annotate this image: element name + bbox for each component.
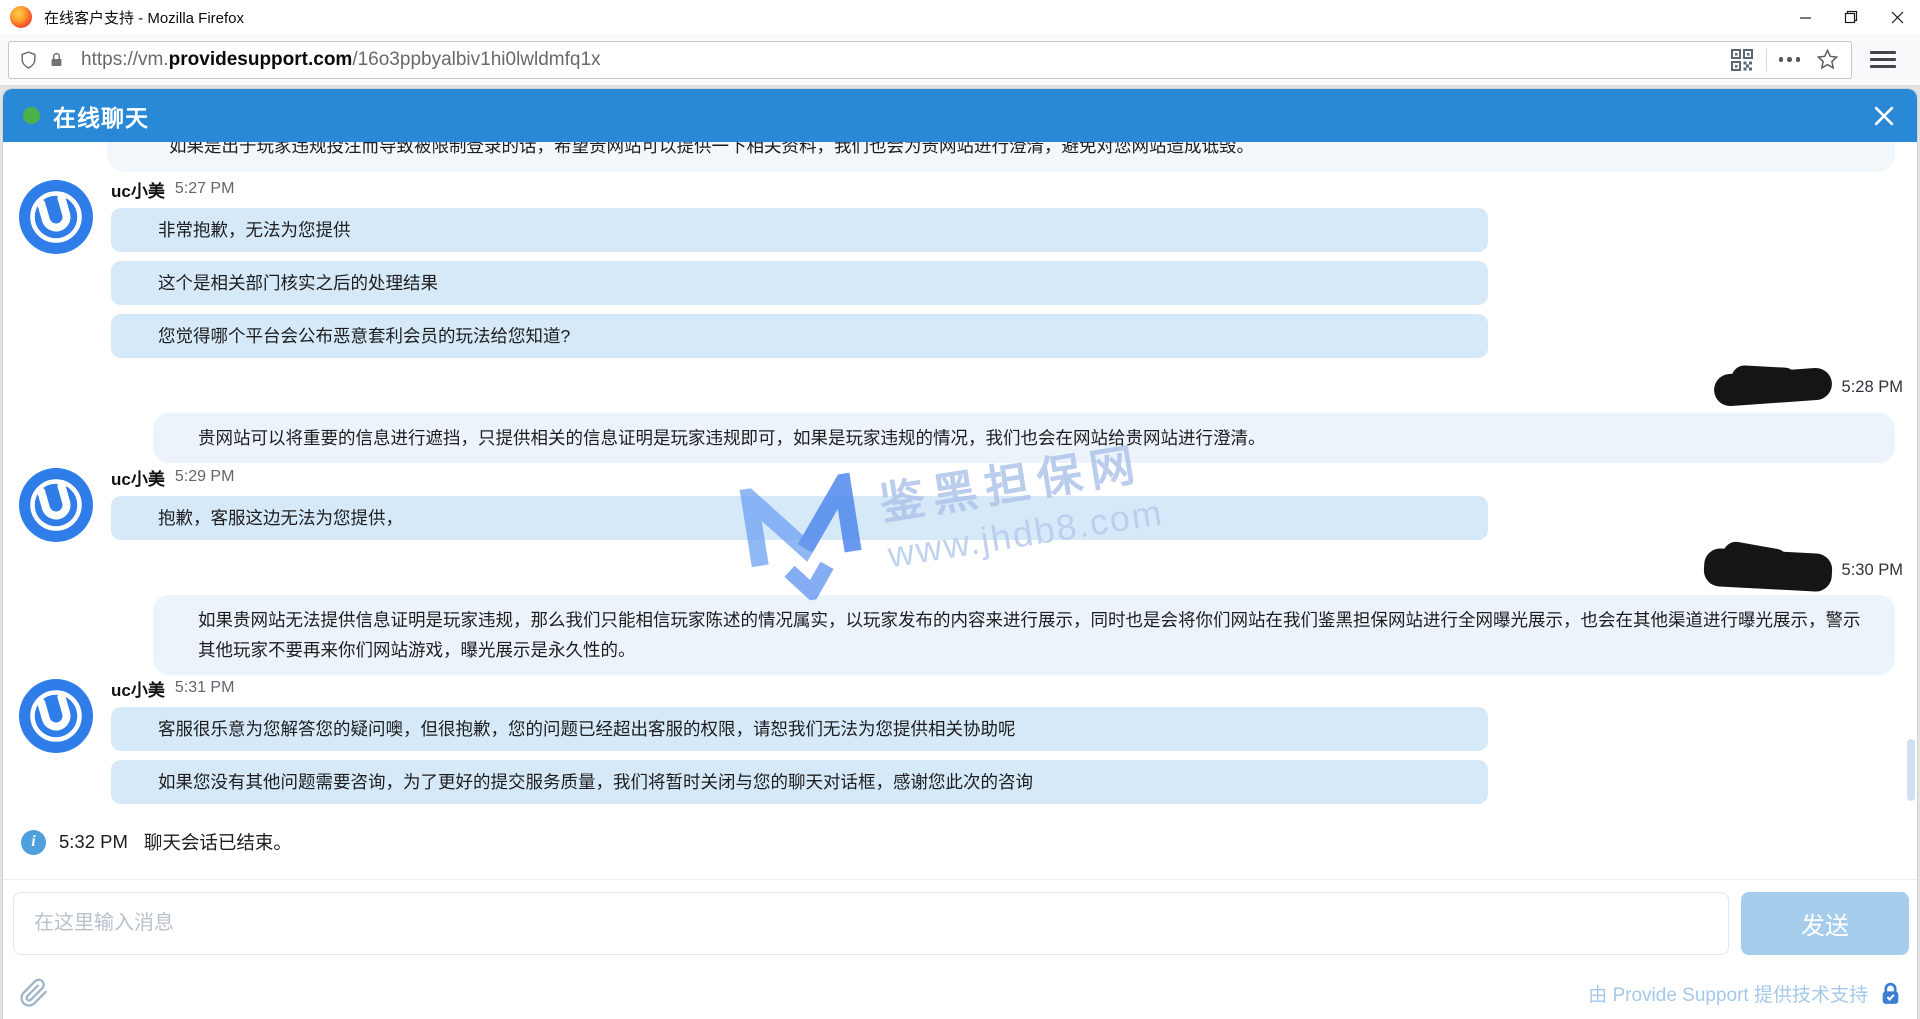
message-time: 5:27 PM (175, 180, 235, 198)
message-group-agent: uc小美 5:29 PM 抱歉，客服这边无法为您提供， (3, 467, 1917, 543)
chat-close-icon[interactable] (1871, 103, 1897, 129)
menu-icon[interactable] (1870, 51, 1896, 68)
send-button[interactable]: 发送 (1741, 892, 1909, 955)
message-bubble: 抱歉，客服这边无法为您提供， (111, 496, 1488, 540)
qr-code-icon[interactable] (1730, 48, 1754, 72)
bookmark-star-icon[interactable] (1816, 48, 1839, 71)
powered-by-link[interactable]: 由 Provide Support 提供技术支持 (1588, 980, 1868, 1007)
message-bubble: 如果贵网站无法提供信息证明是玩家违规，那么我们只能相信玩家陈述的情况属实，以玩家… (153, 595, 1895, 675)
chat-widget: 在线聊天 如果是出于玩家违规投注而导致被限制登录的话，希望贵网站可以提供一下相关… (2, 88, 1918, 1019)
close-button[interactable] (1874, 0, 1920, 34)
message-group-agent: uc小美 5:27 PM 非常抱歉，无法为您提供 这个是相关部门核实之后的处理结… (3, 179, 1917, 358)
attachment-paperclip-icon[interactable] (19, 978, 49, 1008)
message-bubble: 非常抱歉，无法为您提供 (111, 208, 1488, 252)
agent-avatar-icon (18, 678, 94, 754)
url-bar[interactable]: https://vm.providesupport.com/16o3ppbyal… (8, 41, 1852, 79)
title-bar: 在线客户支持 - Mozilla Firefox (0, 0, 1920, 34)
page-background: 在线聊天 如果是出于玩家违规投注而导致被限制登录的话，希望贵网站可以提供一下相关… (0, 86, 1920, 1019)
message-time: 5:28 PM (1842, 378, 1903, 397)
message-time: 5:30 PM (1842, 561, 1903, 580)
chat-title: 在线聊天 (53, 99, 149, 133)
message-group-visitor: 5:28 PM 贵网站可以将重要的信息进行遮挡，只提供相关的信息证明是玩家违规即… (3, 368, 1917, 463)
browser-toolbar: https://vm.providesupport.com/16o3ppbyal… (0, 34, 1920, 86)
secure-lock-icon (1878, 981, 1903, 1006)
agent-avatar-icon (18, 179, 94, 255)
restore-icon (1844, 10, 1858, 24)
close-icon (1891, 11, 1904, 24)
agent-name: uc小美 (111, 676, 165, 701)
message-group-visitor: 5:30 PM 如果贵网站无法提供信息证明是玩家违规，那么我们只能相信玩家陈述的… (3, 551, 1917, 675)
divider (1766, 49, 1767, 71)
online-status-dot (23, 107, 40, 124)
message-input[interactable] (13, 892, 1729, 955)
message-bubble: 客服很乐意为您解答您的疑问噢，但很抱歉，您的问题已经超出客服的权限，请恕我们无法… (111, 707, 1488, 751)
window-title: 在线客户支持 - Mozilla Firefox (44, 7, 244, 28)
minimize-button[interactable] (1782, 0, 1828, 34)
message-group-agent: uc小美 5:31 PM 客服很乐意为您解答您的疑问噢，但很抱歉，您的问题已经超… (3, 678, 1917, 804)
redacted-visitor-name (1713, 367, 1833, 407)
chat-messages: 如果是出于玩家违规投注而导致被限制登录的话，希望贵网站可以提供一下相关资料，我们… (3, 142, 1917, 856)
firefox-icon (10, 6, 32, 28)
message-bubble: 贵网站可以将重要的信息进行遮挡，只提供相关的信息证明是玩家违规即可，如果是玩家违… (153, 413, 1895, 463)
scrollbar-thumb[interactable] (1907, 739, 1915, 801)
message-time: 5:29 PM (175, 468, 235, 486)
info-icon: i (21, 830, 46, 855)
minimize-icon (1799, 11, 1812, 24)
message-time: 5:31 PM (175, 679, 235, 697)
system-text: 聊天会话已结束。 (144, 829, 292, 855)
divider (3, 879, 1917, 880)
agent-avatar-icon (18, 467, 94, 543)
system-time: 5:32 PM (59, 831, 128, 853)
redacted-visitor-name (1703, 548, 1833, 593)
agent-name: uc小美 (111, 177, 165, 202)
lock-icon[interactable] (48, 51, 65, 69)
message-bubble: 如果您没有其他问题需要咨询，为了更好的提交服务质量，我们将暂时关闭与您的聊天对话… (111, 760, 1488, 804)
chat-header: 在线聊天 (3, 89, 1917, 142)
message-bubble: 您觉得哪个平台会公布恶意套利会员的玩法给您知道? (111, 314, 1488, 358)
agent-name: uc小美 (111, 465, 165, 490)
message-bubble-cutoff: 如果是出于玩家违规投注而导致被限制登录的话，希望贵网站可以提供一下相关资料，我们… (107, 142, 1895, 172)
tracking-shield-icon[interactable] (19, 50, 38, 70)
message-bubble: 这个是相关部门核实之后的处理结果 (111, 261, 1488, 305)
page-actions-icon[interactable] (1779, 57, 1801, 62)
restore-button[interactable] (1828, 0, 1874, 34)
url-text: https://vm.providesupport.com/16o3ppbyal… (81, 49, 1730, 71)
system-message: i 5:32 PM 聊天会话已结束。 (21, 828, 1917, 856)
